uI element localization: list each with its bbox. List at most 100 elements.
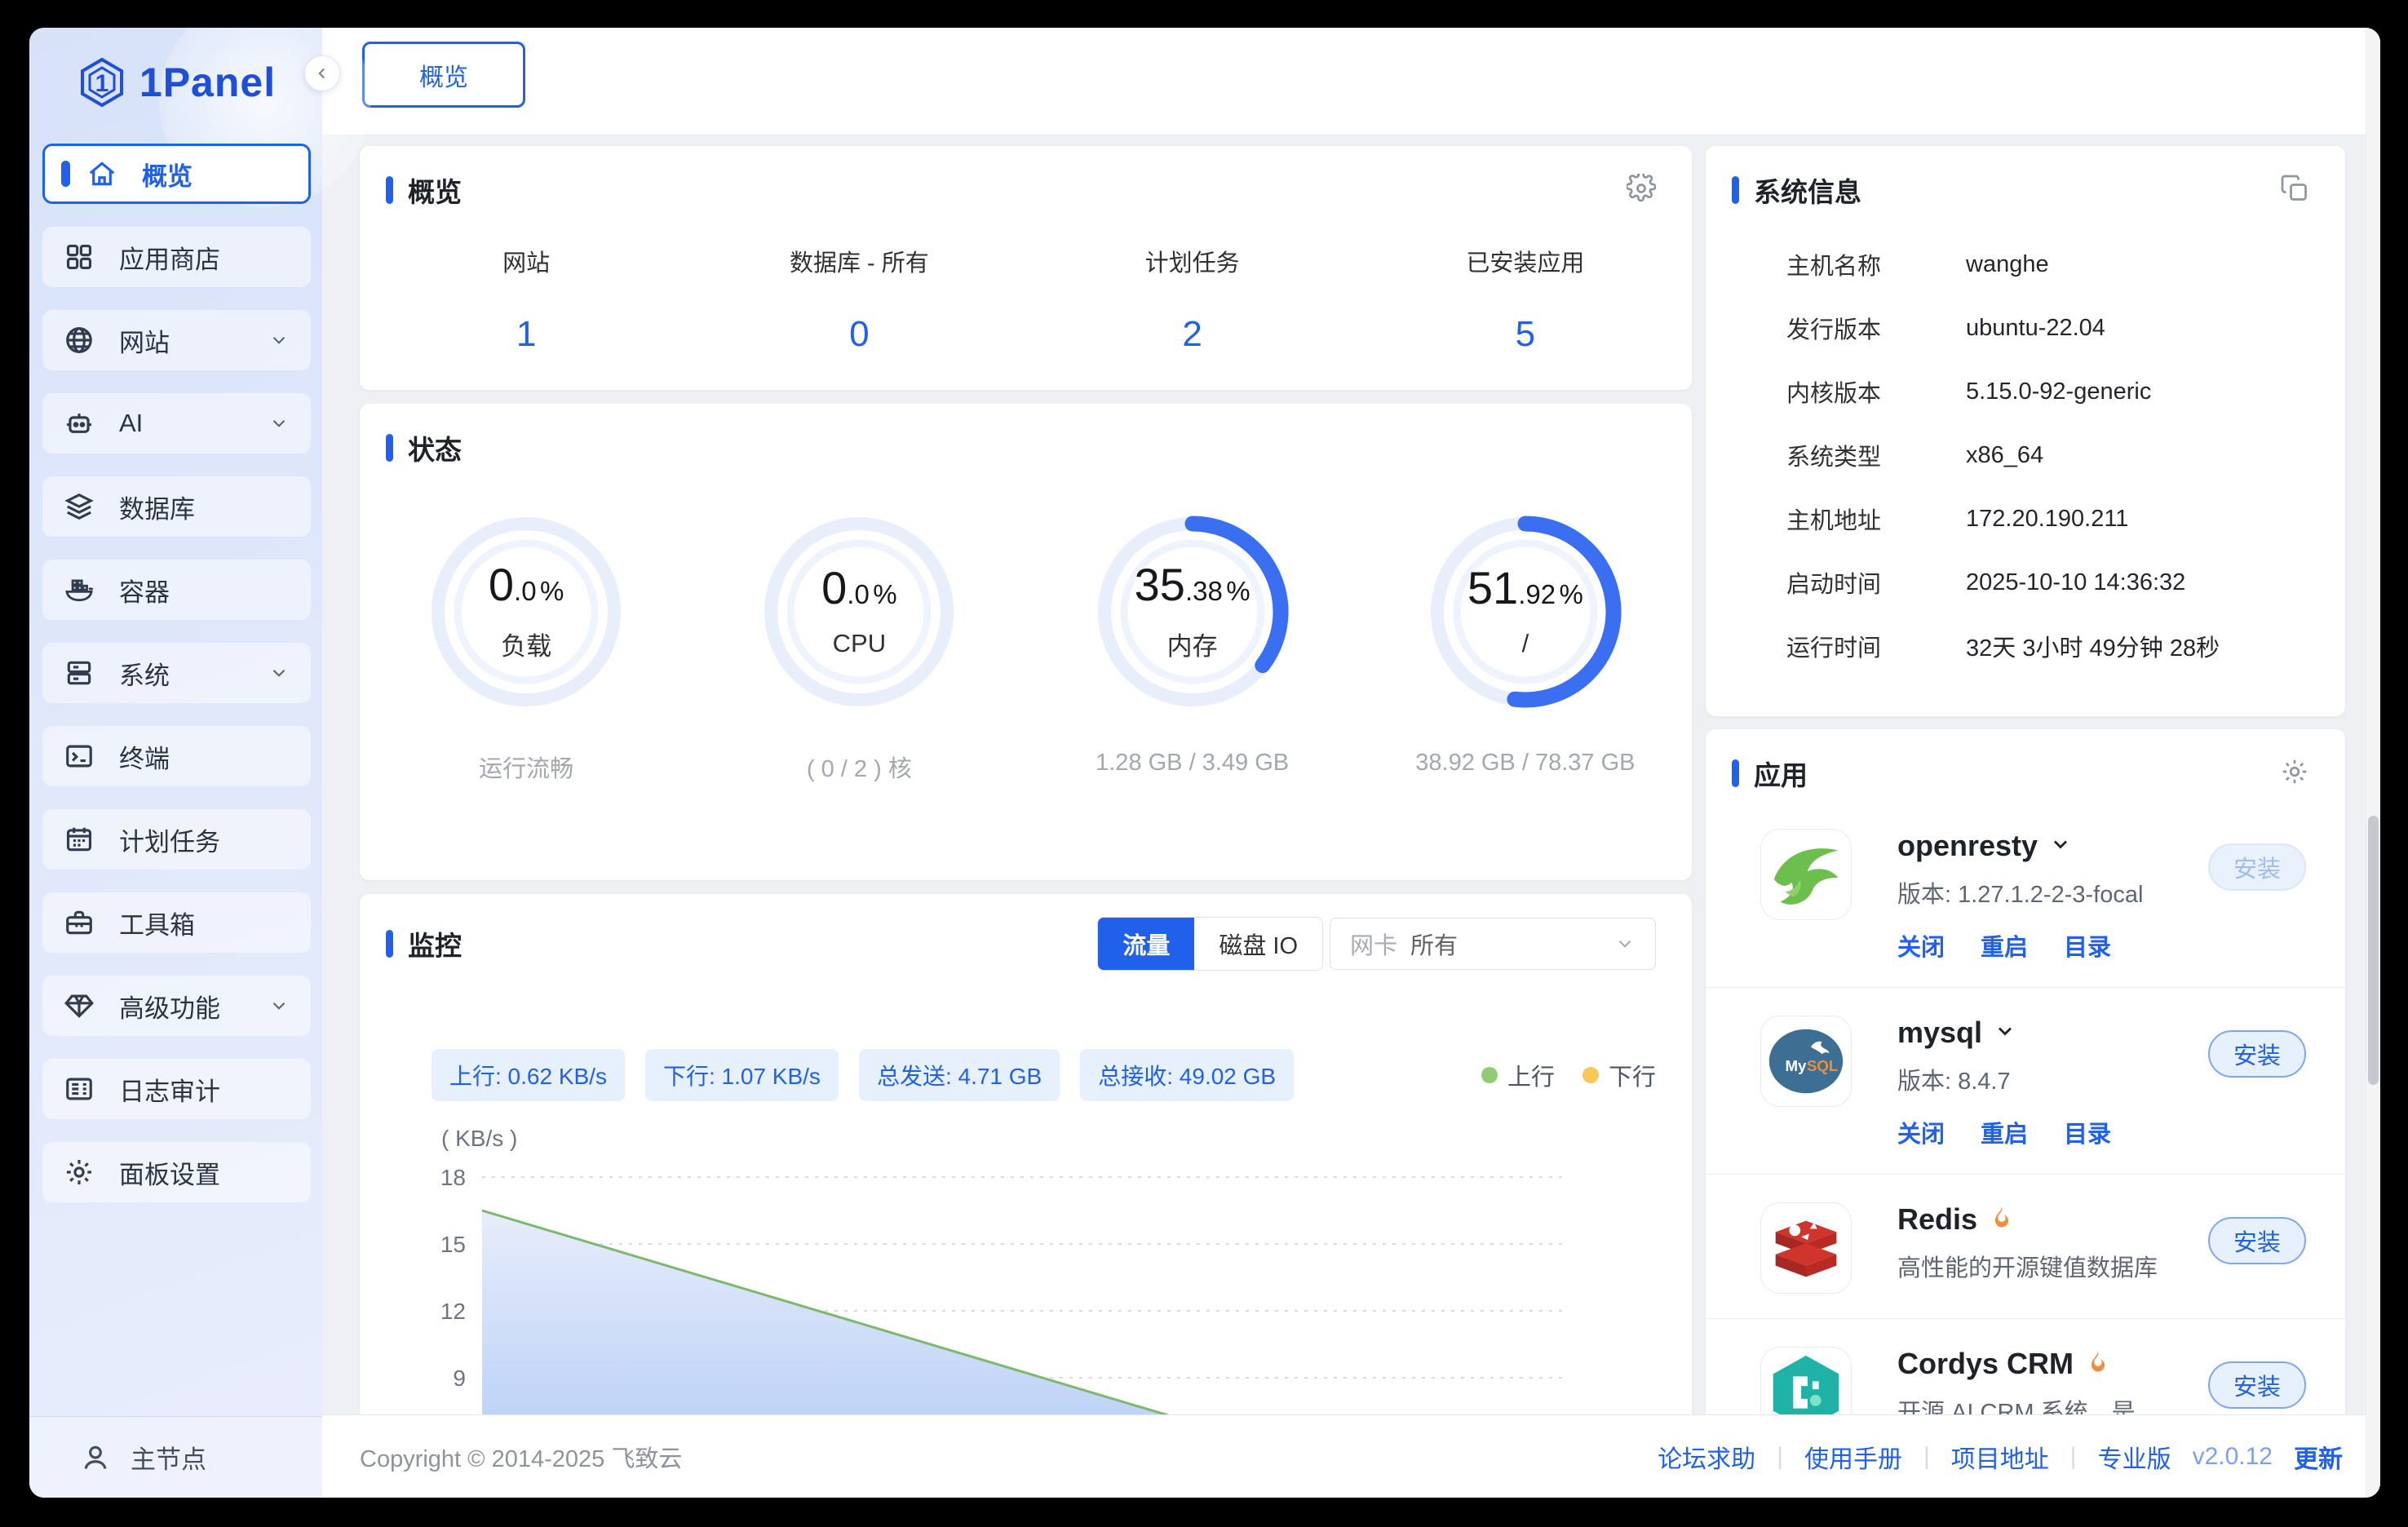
svg-text:12: 12 [440,1299,466,1324]
sidebar-item-terminal[interactable]: 终端 [42,726,311,786]
section-accent [386,930,393,958]
sidebar: 1 1Panel 概览 应用商店 网 [29,28,322,1498]
install-button-mysql[interactable]: 安装 [2208,1030,2306,1078]
user-icon [80,1442,111,1473]
stat-databases: 数据库 - 所有 0 [693,244,1025,355]
home-icon [86,157,119,190]
install-button-redis[interactable]: 安装 [2208,1217,2306,1264]
app-action-stop[interactable]: 关闭 [1897,1115,1945,1149]
network-card-select[interactable]: 网卡 所有 [1330,918,1656,970]
main-content: 概览 网站 1 数据库 - 所有 0 [322,135,2380,1414]
sidebar-item-settings[interactable]: 面板设置 [42,1142,311,1202]
chevron-left-icon [313,64,331,82]
app-action-restart[interactable]: 重启 [1981,928,2028,963]
toolbox-icon [64,906,96,939]
sidebar-item-database[interactable]: 数据库 [42,476,311,537]
app-action-restart[interactable]: 重启 [1981,1115,2028,1149]
sidebar-item-ai[interactable]: AI [42,393,311,454]
overview-settings-gear-icon[interactable] [1627,174,1656,207]
update-link[interactable]: 更新 [2294,1439,2343,1475]
openresty-icon [1760,829,1852,920]
monitor-title: 监控 [408,924,462,963]
copy-icon[interactable] [2280,174,2309,207]
stat-cronjobs: 计划任务 2 [1026,244,1359,355]
divider: | [1777,1443,1783,1471]
scrollbar-thumb[interactable] [2368,816,2379,1085]
chevron-down-icon[interactable] [2049,833,2072,860]
hot-flame-icon [1989,1205,2015,1235]
app-row-redis: Redis 高性能的开源键值数据库 安装 [1706,1175,2345,1319]
svg-text:SQL: SQL [1807,1057,1838,1074]
svg-text:9: 9 [453,1365,466,1391]
tab-traffic[interactable]: 流量 [1098,918,1194,970]
install-button-openresty[interactable]: 安装 [2208,843,2306,891]
logo[interactable]: 1 1Panel [29,28,322,137]
status-title: 状态 [408,428,462,467]
app-action-directory[interactable]: 目录 [2064,1115,2111,1149]
stat-installed-apps-value[interactable]: 5 [1359,314,1692,355]
install-button-cordys-crm[interactable]: 安装 [2208,1361,2306,1409]
apps-card: 应用 openresty [1706,729,2345,1414]
chevron-down-icon [268,330,290,351]
sysinfo-row-uptime: 运行时间32天 3小时 49分钟 28秒 [1706,614,2345,678]
apps-title: 应用 [1754,754,1808,793]
chevron-down-icon [268,995,290,1016]
stat-databases-value[interactable]: 0 [693,314,1025,355]
app-row-mysql: MySQL mysql 版本: 8.4.7 关闭 重启 [1706,988,2345,1175]
section-accent [386,176,393,204]
chevron-down-icon[interactable] [1994,1020,2016,1047]
legend-dot-download [1582,1067,1599,1083]
node-switcher[interactable]: 主节点 [29,1416,322,1498]
log-audit-icon [64,1073,96,1105]
app-window: 1 1Panel 概览 应用商店 网 [29,28,2380,1498]
status-card: 状态 0.0 % [360,404,1692,880]
overview-title: 概览 [408,170,462,210]
sidebar-item-overview[interactable]: 概览 [42,144,311,204]
sidebar-collapse-button[interactable] [304,55,340,91]
footer-link-manual[interactable]: 使用手册 [1804,1439,1902,1475]
stat-cronjobs-value[interactable]: 2 [1026,314,1359,355]
divider: | [2070,1443,2077,1471]
sidebar-item-cron[interactable]: 计划任务 [42,809,311,870]
badge-down-rate: 下行: 1.07 KB/s [645,1049,839,1101]
chart-y-axis-label: ( KB/s ) [441,1126,517,1152]
cordys-crm-icon [1760,1347,1852,1414]
legend-upload[interactable]: 上行 [1481,1058,1555,1092]
sidebar-item-toolbox[interactable]: 工具箱 [42,892,311,953]
section-accent [1732,759,1739,787]
monitor-card: 监控 流量 磁盘 IO 网卡 所有 [360,894,1692,1414]
sidebar-item-website[interactable]: 网站 [42,310,311,370]
footer: Copyright © 2014-2025 飞致云 论坛求助 | 使用手册 | … [322,1414,2380,1498]
app-action-directory[interactable]: 目录 [2064,928,2111,963]
legend-download[interactable]: 下行 [1582,1058,1656,1092]
footer-link-forum[interactable]: 论坛求助 [1658,1439,1755,1475]
sidebar-item-container[interactable]: 容器 [42,560,311,620]
footer-link-pro[interactable]: 专业版 [2098,1439,2171,1475]
copyright-text: Copyright © 2014-2025 飞致云 [360,1440,682,1474]
tab-disk-io[interactable]: 磁盘 IO [1194,918,1322,970]
gauge-disk-root: 51.92 % / 38.92 GB / 78.37 GB [1359,507,1692,784]
chart-legend: 上行 下行 [1481,1058,1656,1092]
gauge-load-caption: 运行流畅 [479,750,573,784]
tab-overview[interactable]: 概览 [362,42,525,108]
calendar-icon [64,823,96,856]
active-indicator [61,161,70,187]
status-gauges: 0.0 % 负载 运行流畅 [360,507,1692,784]
sysinfo-row-hostname: 主机名称wanghe [1706,232,2345,296]
stat-websites-value[interactable]: 1 [360,314,693,355]
gauge-memory-caption: 1.28 GB / 3.49 GB [1096,750,1289,777]
app-action-stop[interactable]: 关闭 [1897,928,1945,963]
monitor-mode-switch: 流量 磁盘 IO [1097,917,1323,971]
apps-settings-gear-icon[interactable] [2280,757,2309,790]
sidebar-item-pro[interactable]: 高级功能 [42,976,311,1036]
svg-text:1: 1 [95,70,109,97]
footer-link-project[interactable]: 项目地址 [1951,1439,2049,1475]
sysinfo-row-distro: 发行版本ubuntu-22.04 [1706,296,2345,360]
stat-installed-apps: 已安装应用 5 [1359,244,1692,355]
redis-icon [1760,1202,1852,1294]
sidebar-item-logs[interactable]: 日志审计 [42,1059,311,1119]
sidebar-item-appstore[interactable]: 应用商店 [42,227,311,287]
gem-icon [64,989,96,1022]
topbar: 概览 [322,28,2380,135]
sidebar-item-system[interactable]: 系统 [42,643,311,703]
